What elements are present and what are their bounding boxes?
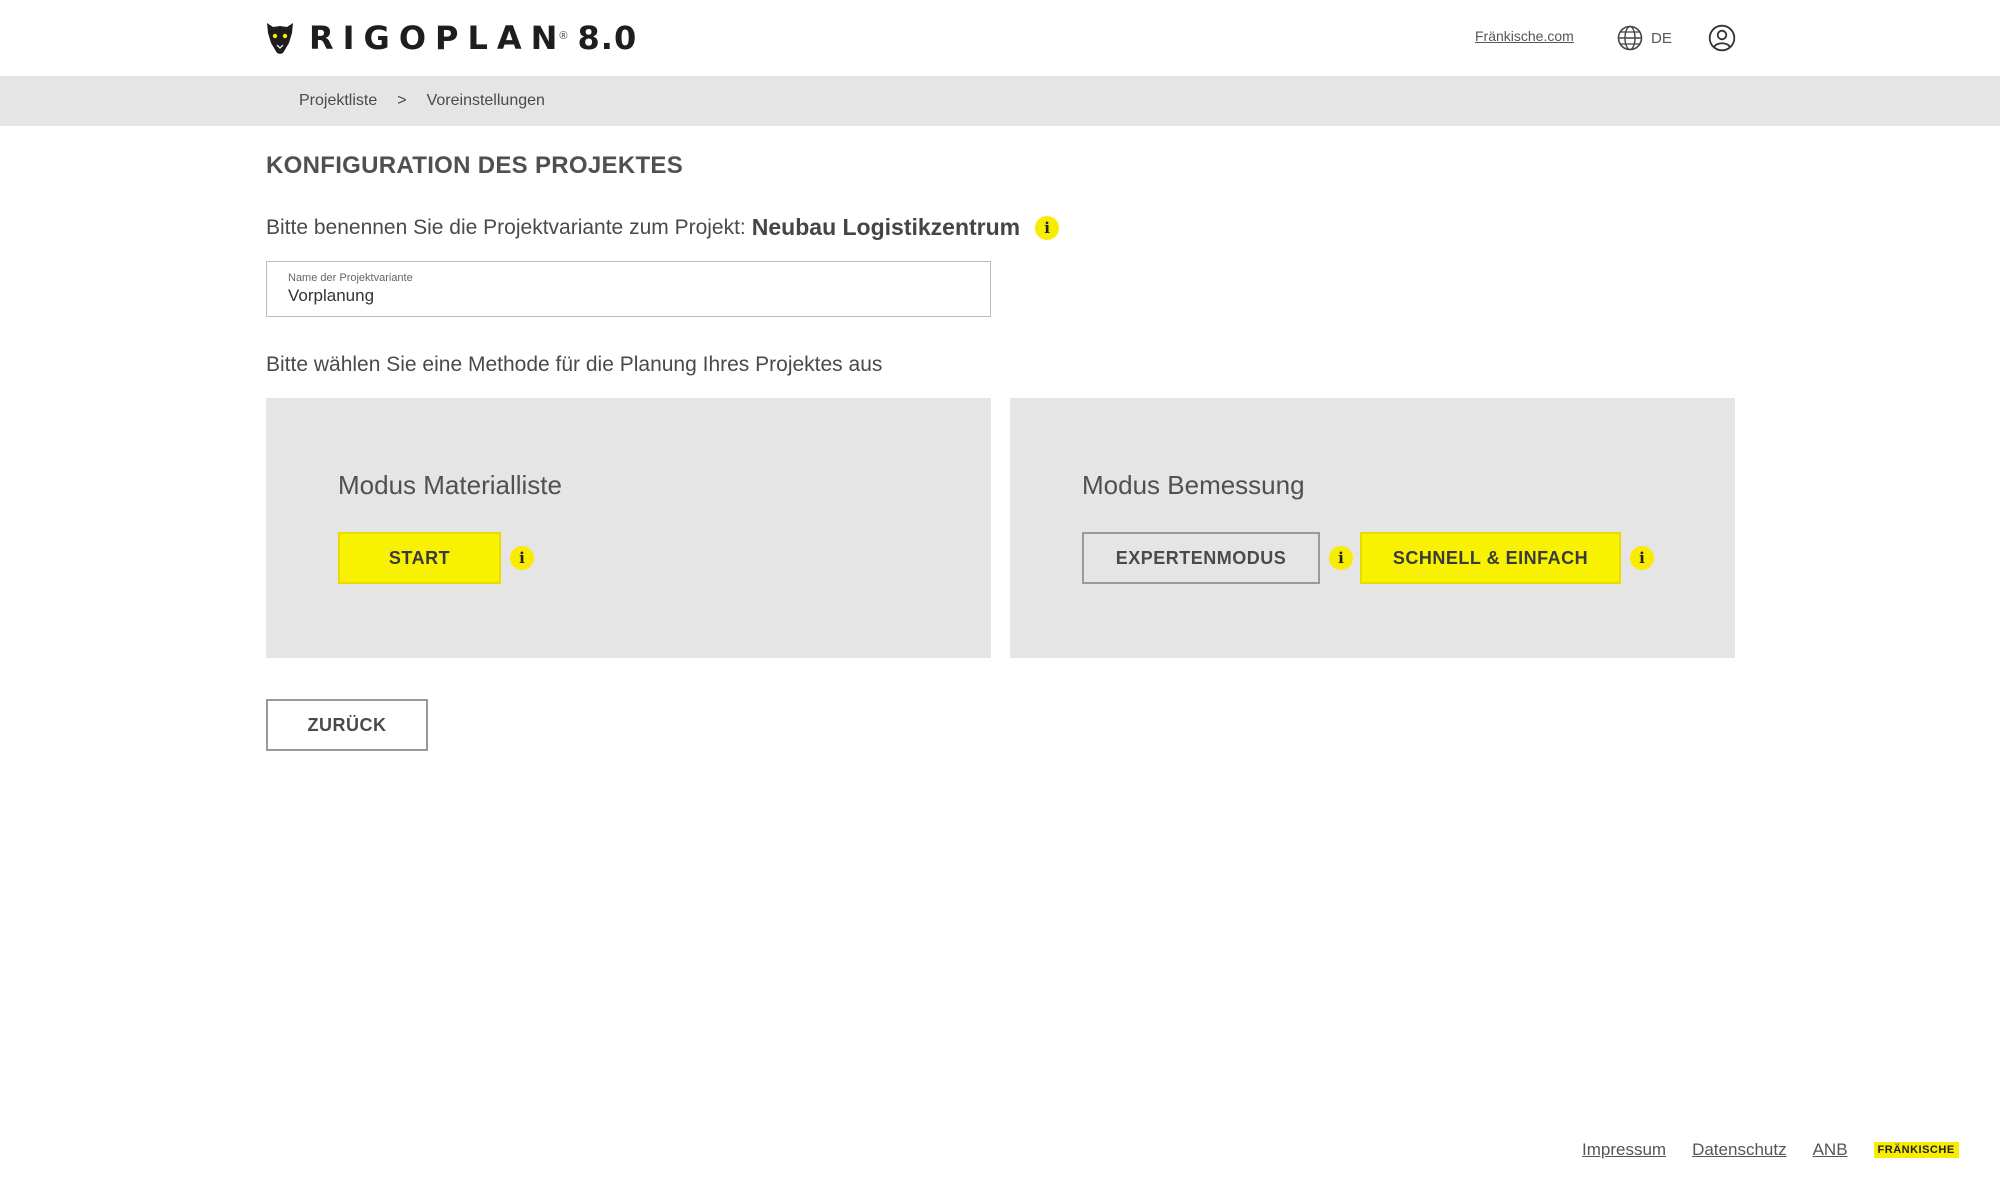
- footer-link-anb[interactable]: ANB: [1813, 1140, 1848, 1160]
- start-info-icon[interactable]: i: [510, 546, 534, 570]
- expertenmodus-info-icon[interactable]: i: [1329, 546, 1353, 570]
- footer-link-impressum[interactable]: Impressum: [1582, 1140, 1666, 1160]
- start-button[interactable]: START: [338, 532, 501, 584]
- logo-wordmark: RIGOPLAN: [309, 19, 567, 57]
- globe-icon: [1617, 25, 1643, 51]
- variant-prompt-text: Bitte benennen Sie die Projektvariante z…: [266, 215, 746, 239]
- registered-mark: ®: [559, 30, 568, 42]
- breadcrumb-separator: >: [397, 92, 407, 109]
- breadcrumb-bar: Projektliste > Voreinstellungen: [0, 76, 2000, 126]
- variant-name-input[interactable]: [288, 286, 969, 306]
- variant-name-label: Name der Projektvariante: [288, 272, 413, 284]
- page-title: KONFIGURATION DES PROJEKTES: [266, 152, 684, 179]
- bemessung-card: Modus Bemessung EXPERTENMODUS i SCHNELL …: [1010, 398, 1735, 658]
- fraenkische-logo[interactable]: FRÄNKISCHE: [1873, 1142, 1959, 1158]
- panther-icon: [267, 23, 293, 54]
- footer: Impressum Datenschutz ANB FRÄNKISCHE: [1582, 1140, 1959, 1160]
- schnell-einfach-button[interactable]: SCHNELL & EINFACH: [1360, 532, 1621, 584]
- footer-link-datenschutz[interactable]: Datenschutz: [1692, 1140, 1787, 1160]
- language-selector[interactable]: DE: [1617, 24, 1672, 52]
- back-button[interactable]: ZURÜCK: [266, 699, 428, 751]
- breadcrumb-item-voreinstellungen: Voreinstellungen: [426, 92, 545, 109]
- language-label: DE: [1651, 29, 1672, 47]
- user-account-icon[interactable]: [1708, 24, 1736, 52]
- logo-version: 8.0: [577, 19, 638, 57]
- materialliste-card: Modus Materialliste START i: [266, 398, 991, 658]
- variant-prompt: Bitte benennen Sie die Projektvariante z…: [266, 214, 1060, 241]
- rigoplan-logo[interactable]: RIGOPLAN ® 8.0: [265, 18, 637, 58]
- bemessung-title: Modus Bemessung: [1082, 470, 1305, 500]
- variant-info-icon[interactable]: i: [1035, 215, 1060, 240]
- method-prompt: Bitte wählen Sie eine Methode für die Pl…: [266, 353, 883, 376]
- company-website-link[interactable]: Fränkische.com: [1475, 28, 1574, 44]
- project-name: Neubau Logistikzentrum: [751, 214, 1021, 240]
- expertenmodus-button[interactable]: EXPERTENMODUS: [1082, 532, 1320, 584]
- variant-name-field[interactable]: Name der Projektvariante: [266, 261, 991, 317]
- app-header: RIGOPLAN ® 8.0 Fränkische.com DE: [0, 0, 2000, 76]
- schnell-einfach-info-icon[interactable]: i: [1630, 546, 1654, 570]
- materialliste-title: Modus Materialliste: [338, 470, 562, 500]
- breadcrumb: Projektliste > Voreinstellungen: [299, 92, 545, 110]
- breadcrumb-item-projektliste[interactable]: Projektliste: [299, 92, 377, 110]
